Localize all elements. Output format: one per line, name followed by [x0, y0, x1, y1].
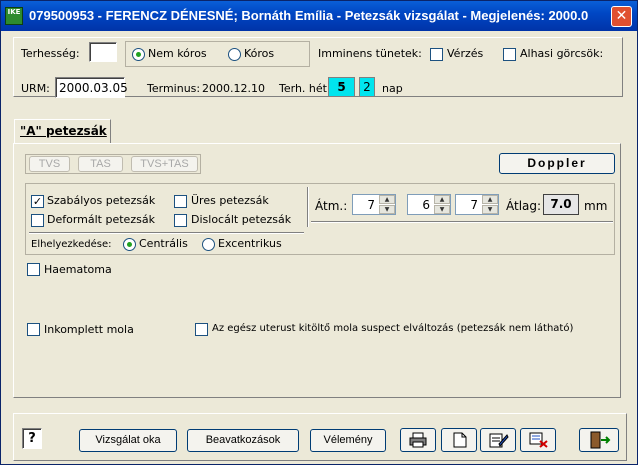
nem-koros-radio[interactable]: [132, 48, 145, 61]
main-window: IKE 079500953 - FERENCZ DÉNESNÉ; Bornáth…: [0, 0, 638, 465]
atlag-value: 7.0: [543, 194, 579, 215]
app-icon: IKE: [5, 7, 23, 25]
atlag-label: Átlag:: [506, 199, 542, 213]
tas-button[interactable]: TAS: [78, 156, 123, 172]
beavatkozasok-button[interactable]: Beavatkozások: [187, 429, 299, 452]
egesz-uterus-label[interactable]: Az egész uterust kitöltő mola suspect el…: [212, 323, 573, 334]
szabalyos-label[interactable]: Szabályos petezsák: [47, 194, 155, 207]
nap-label: nap: [382, 82, 403, 95]
edit-document-button[interactable]: [480, 428, 516, 452]
ures-label[interactable]: Üres petezsák: [191, 194, 269, 207]
szabalyos-checkbox[interactable]: ✓: [31, 195, 44, 208]
nem-koros-label[interactable]: Nem kóros: [148, 47, 207, 60]
centralis-radio[interactable]: [123, 238, 136, 251]
atm-2-up-icon[interactable]: ▲: [434, 195, 450, 204]
excentrikus-label[interactable]: Excentrikus: [218, 237, 282, 250]
verzes-checkbox[interactable]: [430, 48, 443, 61]
vizsgalat-oka-button[interactable]: Vizsgálat oka: [79, 429, 177, 452]
blank-page-icon: [453, 432, 467, 448]
atm-1-down-icon[interactable]: ▼: [379, 205, 395, 214]
deformalt-label[interactable]: Deformált petezsák: [47, 213, 155, 226]
terhesseg-label: Terhesség:: [21, 47, 80, 60]
atm-3-down-icon[interactable]: ▼: [482, 205, 498, 214]
terhesseg-field[interactable]: [89, 42, 117, 62]
separator-line: [29, 232, 304, 234]
tab-a-petezsak[interactable]: "A" petezsák: [14, 119, 111, 143]
window-title: 079500953 - FERENCZ DÉNESNÉ; Bornáth Emí…: [29, 8, 589, 23]
alhasi-checkbox[interactable]: [503, 48, 516, 61]
dislocalt-label[interactable]: Dislocált petezsák: [191, 213, 291, 226]
imminens-label: Imminens tünetek:: [318, 47, 422, 60]
delete-document-button[interactable]: [520, 428, 556, 452]
haematoma-label[interactable]: Haematoma: [44, 263, 112, 276]
terminus-label: Terminus:: [147, 82, 201, 95]
close-button[interactable]: ✕: [611, 6, 632, 27]
dislocalt-checkbox[interactable]: [174, 214, 187, 227]
tab-label: "A" petezsák: [20, 124, 107, 138]
help-field[interactable]: ?: [22, 428, 42, 449]
alhasi-label[interactable]: Alhasi görcsök:: [520, 47, 603, 60]
print-button[interactable]: [400, 428, 436, 452]
vertical-separator: [307, 187, 309, 227]
urm-input[interactable]: 2000.03.05: [55, 77, 128, 98]
atm-spinner-2[interactable]: 6 ▲ ▼: [407, 194, 451, 215]
inkomplett-label[interactable]: Inkomplett mola: [44, 323, 134, 336]
atm-value-3: 7: [470, 198, 478, 212]
edit-page-icon: [489, 433, 509, 448]
atm-value-1: 7: [367, 198, 375, 212]
atm-spinner-1[interactable]: 7 ▲ ▼: [352, 194, 396, 215]
atm-1-up-icon[interactable]: ▲: [379, 195, 395, 204]
tvs-tas-button[interactable]: TVS+TAS: [131, 156, 198, 172]
terminus-value: 2000.12.10: [202, 82, 265, 95]
centralis-label[interactable]: Centrális: [139, 237, 188, 250]
egesz-uterus-checkbox[interactable]: [195, 323, 208, 336]
printer-icon: [409, 432, 427, 448]
delete-page-icon: [529, 432, 548, 448]
koros-label[interactable]: Kóros: [244, 47, 274, 60]
terh-het-week: 5: [328, 77, 355, 97]
atm-3-up-icon[interactable]: ▲: [482, 195, 498, 204]
doppler-button[interactable]: Doppler: [499, 153, 615, 174]
koros-radio[interactable]: [228, 48, 241, 61]
velemeny-button[interactable]: Vélemény: [310, 429, 386, 452]
terh-het-day: 2: [359, 77, 375, 97]
atm-value-2: 6: [422, 198, 430, 212]
atm-2-down-icon[interactable]: ▼: [434, 205, 450, 214]
exit-button[interactable]: [579, 428, 619, 452]
inkomplett-checkbox[interactable]: [27, 323, 40, 336]
new-document-button[interactable]: [441, 428, 477, 452]
deformalt-checkbox[interactable]: [31, 214, 44, 227]
urm-label: URM:: [21, 82, 50, 95]
atm-underline: [311, 221, 613, 223]
exit-door-icon: [590, 431, 611, 449]
ures-checkbox[interactable]: [174, 195, 187, 208]
haematoma-checkbox[interactable]: [27, 263, 40, 276]
terh-het-label: Terh. hét:: [279, 82, 331, 95]
verzes-label[interactable]: Vérzés: [447, 47, 483, 60]
atm-label: Átm.:: [315, 199, 348, 213]
elhelyezkedes-label: Elhelyezkedése:: [31, 239, 112, 250]
excentrikus-radio[interactable]: [202, 238, 215, 251]
atm-spinner-3[interactable]: 7 ▲ ▼: [455, 194, 499, 215]
title-bar[interactable]: IKE 079500953 - FERENCZ DÉNESNÉ; Bornáth…: [1, 1, 637, 31]
tvs-button[interactable]: TVS: [29, 156, 70, 172]
mm-label: mm: [584, 199, 608, 213]
